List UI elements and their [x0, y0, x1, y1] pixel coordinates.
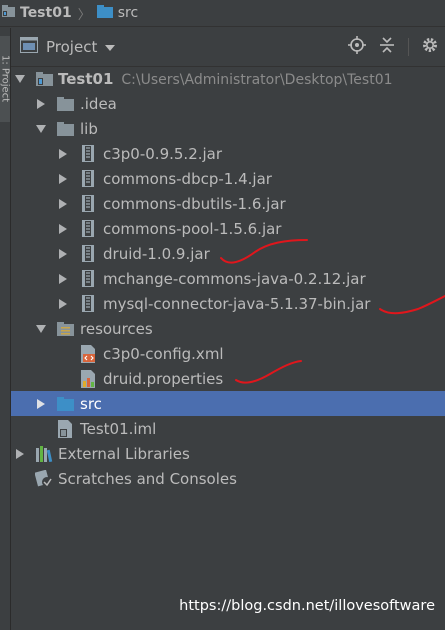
source-folder-icon: [96, 4, 113, 22]
collapse-all-icon[interactable]: [378, 36, 396, 58]
tree-label: mchange-commons-java-0.2.12.jar: [103, 269, 366, 288]
source-folder-icon: [56, 395, 74, 413]
jar-icon: [79, 220, 97, 238]
iml-file-icon: [56, 419, 74, 438]
folder-icon: [56, 95, 74, 113]
tree-row-jar[interactable]: mchange-commons-java-0.2.12.jar: [11, 266, 445, 291]
project-view-icon: [20, 37, 38, 57]
collapsed-arrow-icon[interactable]: [58, 148, 68, 160]
jar-icon: [79, 195, 97, 213]
tree-label: druid.properties: [103, 369, 224, 388]
gear-icon[interactable]: [421, 36, 439, 58]
tree-row-xml-file[interactable]: c3p0-config.xml: [11, 341, 445, 366]
xml-file-icon: [79, 344, 97, 363]
toolbar-divider: [408, 38, 409, 56]
tree-label: resources: [80, 319, 153, 338]
watermark-text: https://blog.csdn.net/illovesoftware: [179, 598, 435, 614]
project-name: Test01: [58, 69, 114, 88]
project-view-selector[interactable]: Project: [20, 37, 116, 57]
project-view-title: Project: [46, 38, 98, 56]
tree-row-external-libraries[interactable]: External Libraries: [11, 441, 445, 466]
folder-icon: [56, 120, 74, 138]
jar-icon: [79, 170, 97, 188]
properties-file-icon: [79, 369, 97, 388]
tree-row-jar[interactable]: druid-1.0.9.jar: [11, 241, 445, 266]
tree-row-jar[interactable]: commons-dbutils-1.6.jar: [11, 191, 445, 216]
tree-row-jar[interactable]: c3p0-0.9.5.2.jar: [11, 141, 445, 166]
jar-icon: [79, 145, 97, 163]
project-tool-window-tab[interactable]: 1: Project: [0, 36, 11, 122]
resources-folder-icon: [56, 320, 74, 338]
tree-label: Scratches and Consoles: [58, 469, 237, 488]
tree-row-src[interactable]: src: [11, 391, 445, 416]
collapsed-arrow-icon[interactable]: [58, 198, 68, 210]
tree-row-test01[interactable]: Test01 C:\Users\Administrator\Desktop\Tes…: [11, 66, 445, 91]
libraries-icon: [35, 445, 53, 463]
navigation-breadcrumb: Test01 〉 src: [0, 0, 445, 27]
tree-label: c3p0-config.xml: [103, 344, 224, 363]
jar-icon: [79, 270, 97, 288]
tree-label: commons-dbcp-1.4.jar: [103, 169, 272, 188]
tree-row-properties-file[interactable]: druid.properties: [11, 366, 445, 391]
collapsed-arrow-icon[interactable]: [58, 173, 68, 185]
locate-file-icon[interactable]: [348, 36, 366, 58]
project-path: C:\Users\Administrator\Desktop\Test01: [121, 71, 393, 88]
collapsed-arrow-icon[interactable]: [58, 248, 68, 260]
tree-row-jar[interactable]: commons-pool-1.5.6.jar: [11, 216, 445, 241]
tree-label: Test01.iml: [80, 419, 157, 438]
jar-icon: [79, 245, 97, 263]
tree-label: Test01 C:\Users\Administrator\Desktop\Tes…: [58, 70, 393, 88]
tree-row-lib[interactable]: lib: [11, 116, 445, 141]
project-toolbar: Project: [11, 28, 445, 67]
dropdown-caret-icon: [105, 38, 116, 56]
breadcrumb-separator-icon: 〉: [77, 7, 91, 23]
breadcrumb-src-label: src: [117, 5, 139, 21]
jar-icon: [79, 295, 97, 313]
breadcrumb-item-src[interactable]: src: [96, 4, 139, 22]
expanded-arrow-icon[interactable]: [36, 123, 46, 135]
scratches-icon: [35, 469, 53, 488]
tree-label: .idea: [80, 94, 117, 113]
collapsed-arrow-icon[interactable]: [15, 448, 25, 460]
tree-label: commons-pool-1.5.6.jar: [103, 219, 282, 238]
tree-label: druid-1.0.9.jar: [103, 244, 210, 263]
expanded-arrow-icon[interactable]: [36, 323, 46, 335]
collapsed-arrow-icon[interactable]: [36, 398, 46, 410]
tree-label: mysql-connector-java-5.1.37-bin.jar: [103, 294, 371, 313]
collapsed-arrow-icon[interactable]: [36, 98, 46, 110]
tree-row-resources[interactable]: resources: [11, 316, 445, 341]
module-folder-icon: [2, 4, 16, 22]
tree-label: c3p0-0.9.5.2.jar: [103, 144, 223, 163]
tree-label: External Libraries: [58, 444, 190, 463]
tree-row-jar[interactable]: mysql-connector-java-5.1.37-bin.jar: [11, 291, 445, 316]
expanded-arrow-icon[interactable]: [15, 73, 25, 85]
collapsed-arrow-icon[interactable]: [58, 223, 68, 235]
collapsed-arrow-icon[interactable]: [58, 298, 68, 310]
collapsed-arrow-icon[interactable]: [58, 273, 68, 285]
tree-row-scratches[interactable]: Scratches and Consoles: [11, 466, 445, 491]
tree-label: src: [80, 394, 102, 413]
breadcrumb-project-label: Test01: [20, 5, 72, 21]
module-folder-icon: [35, 70, 53, 88]
tree-row-idea[interactable]: .idea: [11, 91, 445, 116]
project-tab-label: 1: Project: [0, 55, 11, 103]
breadcrumb-item-project[interactable]: Test01: [2, 4, 72, 22]
tree-row-iml-file[interactable]: Test01.iml: [11, 416, 445, 441]
tree-row-jar[interactable]: commons-dbcp-1.4.jar: [11, 166, 445, 191]
tree-label: lib: [80, 119, 98, 138]
tree-label: commons-dbutils-1.6.jar: [103, 194, 286, 213]
